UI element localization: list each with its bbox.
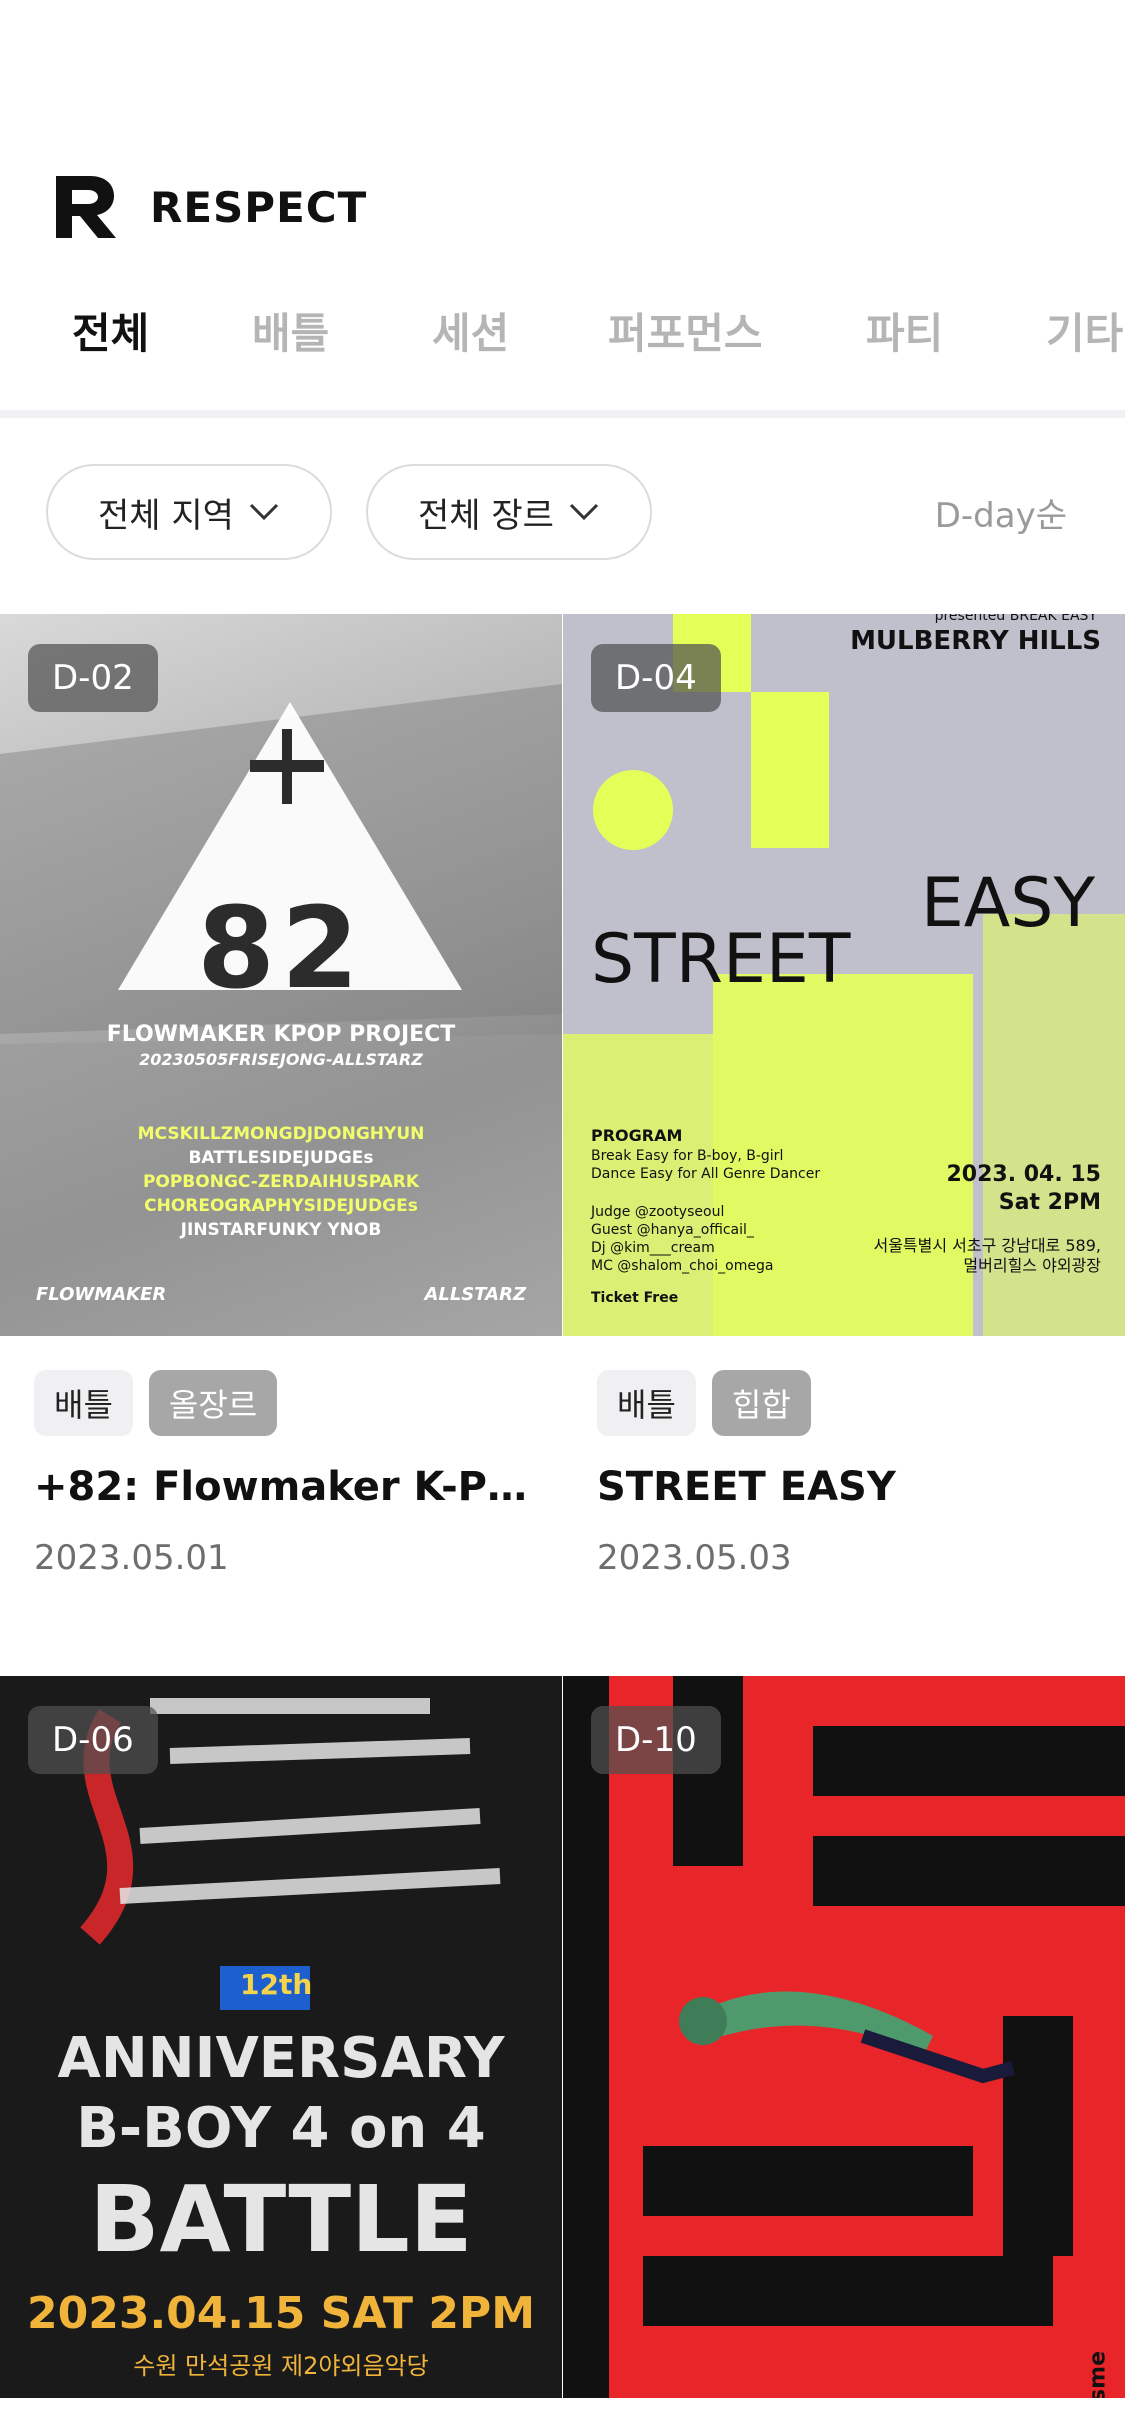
- event-card[interactable]: presented BREAK EASY MULBERRY HILLS EASY…: [563, 614, 1125, 1674]
- tab-performance[interactable]: 퍼포먼스: [608, 300, 763, 361]
- poster-credit: MCSKILLZMONGDJDONGHYUN: [137, 1124, 425, 1144]
- tab-session[interactable]: 세션: [432, 300, 509, 361]
- poster-program-line: Break Easy for B-boy, B-girl: [591, 1148, 784, 1164]
- tag-list: 배틀 힙합: [597, 1370, 811, 1436]
- tab-all[interactable]: 전체: [72, 300, 149, 361]
- poster-credit: CHOREOGRAPHYSIDEJUDGEs: [144, 1196, 418, 1216]
- event-date: 2023.05.01: [34, 1538, 229, 1578]
- poster-program-line: Dance Easy for All Genre Dancer: [591, 1166, 821, 1182]
- poster-date: 2023. 04. 15: [946, 1162, 1102, 1187]
- category-tabs: 전체 배틀 세션 퍼포먼스 파티 기타: [0, 300, 1125, 380]
- dday-badge: D-02: [28, 644, 158, 712]
- event-card[interactable]: 82 FLOWMAKER KPOP PROJECT 20230505FRISEJ…: [0, 614, 562, 1674]
- poster-credit: POPBONGC-ZERDAIHUSPARK: [142, 1172, 420, 1192]
- tab-etc[interactable]: 기타: [1046, 300, 1123, 361]
- header-divider: [0, 410, 1125, 418]
- poster-staff: Judge @zootyseoul: [591, 1204, 725, 1220]
- respect-logo-icon: [56, 176, 116, 238]
- filter-bar: 전체 지역 전체 장르 D-day순: [0, 418, 1125, 614]
- poster-word-easy: EASY: [920, 864, 1095, 943]
- event-title: STREET EASY: [597, 1464, 896, 1510]
- tab-party[interactable]: 파티: [866, 300, 943, 361]
- poster-presented: presented BREAK EASY: [934, 614, 1097, 624]
- event-poster: presented BREAK EASY MULBERRY HILLS EASY…: [563, 614, 1125, 1336]
- poster-address: 멀버리힐스 야외광장: [963, 1256, 1101, 1275]
- tag-category: 배틀: [34, 1370, 133, 1436]
- tag-genre: 힙합: [711, 1370, 811, 1436]
- chevron-down-icon: [569, 503, 599, 521]
- chevron-down-icon: [249, 503, 279, 521]
- event-poster: brutalisme D-10: [563, 1676, 1125, 2398]
- poster-program-title: PROGRAM: [591, 1126, 683, 1145]
- sort-dday-button[interactable]: D-day순: [935, 488, 1067, 537]
- event-poster: 82 FLOWMAKER KPOP PROJECT 20230505FRISEJ…: [0, 614, 562, 1336]
- event-card[interactable]: 12th ANNIVERSARY B-BOY 4 on 4 BATTLE 202…: [0, 1676, 562, 2436]
- tag-genre: 올장르: [148, 1370, 278, 1436]
- poster-side-text: brutalisme: [1086, 2351, 1111, 2398]
- tag-category: 배틀: [597, 1370, 696, 1436]
- region-filter-label: 전체 지역: [98, 495, 234, 536]
- poster-venue: MULBERRY HILLS: [850, 626, 1101, 656]
- poster-staff: Dj @kim___cream: [591, 1240, 715, 1256]
- poster-line: BATTLE: [89, 2166, 473, 2273]
- brand-name: RESPECT: [150, 182, 368, 232]
- event-title: +82: Flowmaker K-POP PROJECT: [34, 1464, 534, 1510]
- dday-badge: D-06: [28, 1706, 158, 1774]
- genre-filter-label: 전체 장르: [418, 495, 554, 536]
- poster-subline: 20230505FRISEJONG-ALLSTARZ: [139, 1050, 423, 1069]
- tab-battle[interactable]: 배틀: [252, 300, 329, 361]
- poster-ticket: Ticket Free: [591, 1290, 679, 1306]
- poster-credit: JINSTARFUNKY YNOB: [180, 1220, 382, 1240]
- event-date: 2023.05.03: [597, 1538, 792, 1578]
- poster-staff: MC @shalom_choi_omega: [591, 1258, 774, 1274]
- poster-badge: 12th: [240, 1968, 313, 2001]
- app-header: RESPECT 전체 배틀 세션 퍼포먼스 파티 기타: [0, 0, 1125, 410]
- dday-badge: D-10: [591, 1706, 721, 1774]
- poster-number: 82: [197, 884, 365, 1014]
- tag-list: 배틀 올장르: [34, 1370, 278, 1436]
- poster-headline: FLOWMAKER KPOP PROJECT: [106, 1022, 456, 1047]
- poster-word-street: STREET: [591, 920, 851, 999]
- poster-date: 2023.04.15 SAT 2PM: [27, 2288, 535, 2339]
- allstarz-logo: ALLSTARZ: [424, 1284, 526, 1305]
- event-card[interactable]: brutalisme D-10: [563, 1676, 1125, 2436]
- genre-filter-button[interactable]: 전체 장르: [366, 464, 652, 560]
- poster-credit: BATTLESIDEJUDGEs: [188, 1148, 374, 1168]
- poster-line: B-BOY 4 on 4: [76, 2096, 486, 2161]
- poster-line: ANNIVERSARY: [57, 2026, 505, 2091]
- region-filter-button[interactable]: 전체 지역: [46, 464, 332, 560]
- brand-logo[interactable]: RESPECT: [56, 176, 367, 238]
- poster-time: Sat 2PM: [998, 1190, 1101, 1215]
- poster-staff: Guest @hanya_officail_: [591, 1222, 754, 1238]
- event-poster: 12th ANNIVERSARY B-BOY 4 on 4 BATTLE 202…: [0, 1676, 562, 2398]
- dday-badge: D-04: [591, 644, 721, 712]
- poster-artwork: [563, 1676, 1125, 2398]
- flowmaker-logo: FLOWMAKER: [36, 1284, 167, 1305]
- poster-venue: 수원 만석공원 제2야외음악당: [133, 2352, 429, 2380]
